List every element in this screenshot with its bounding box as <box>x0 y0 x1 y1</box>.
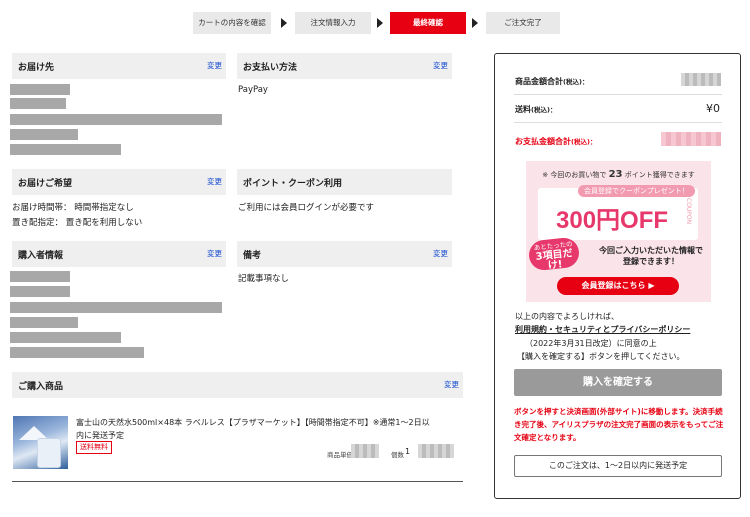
step-cart: カートの内容を確認 <box>193 12 271 34</box>
summary-divider <box>514 94 722 95</box>
total-label: お支払金額合計 <box>515 137 571 146</box>
free-shipping-badge: 送料無料 <box>76 441 112 454</box>
redacted-total-amount <box>661 132 721 146</box>
bottle-graphic <box>37 438 61 468</box>
confirm-purchase-button[interactable]: 購入を確定する <box>514 369 722 396</box>
shipping-label: 送料 <box>515 105 531 114</box>
products-divider <box>12 481 463 482</box>
redacted-text <box>10 286 70 297</box>
subtotal-row: 商品金額合計(税込)： <box>515 76 588 87</box>
buyer-info-header: 購入者情報 変更 <box>12 241 226 267</box>
points-login-note: ご利用には会員ログインが必要です <box>238 203 375 213</box>
step-final-confirm: 最終確認 <box>390 12 466 34</box>
tax-note: (税込)： <box>571 138 597 146</box>
section-title: ご購入商品 <box>18 382 64 392</box>
redacted-text <box>10 114 222 125</box>
redacted-text <box>10 98 66 109</box>
section-title: お届けご希望 <box>18 179 73 189</box>
change-delivery-wish-link[interactable]: 変更 <box>207 176 222 187</box>
step-order-info: 注文情報入力 <box>295 12 371 34</box>
confirm-intro: 以上の内容でよろしければ、 <box>515 312 619 321</box>
member-coupon-banner[interactable]: ※ 今回のお買い物で 23 ポイント獲得できます 会員登録でクーポンプレゼント！… <box>526 161 711 302</box>
products-header: ご購入商品 変更 <box>12 372 463 398</box>
step-complete: ご注文完了 <box>486 12 560 34</box>
points-coupon-header: ポイント・クーポン利用 <box>237 169 452 195</box>
change-buyer-info-link[interactable]: 変更 <box>207 248 222 259</box>
product-name-cont: 内に発送予定 <box>76 431 124 440</box>
redacted-text <box>10 317 78 328</box>
change-notes-link[interactable]: 変更 <box>433 248 448 259</box>
redacted-text <box>10 144 121 155</box>
total-row: お支払金額合計(税込)： <box>515 136 596 147</box>
shipping-row: 送料(税込)： <box>515 104 556 115</box>
product-name: 富士山の天然水500ml×48本 ラベルレス【プラザマーケット】【時間帯指定不可… <box>76 418 430 427</box>
tax-note: (税込)： <box>531 106 557 114</box>
payment-method-header: お支払い方法 変更 <box>237 53 452 79</box>
notes-header: 備考 変更 <box>237 241 452 267</box>
shipping-value: ¥0 <box>706 102 720 115</box>
quantity-value: 1 <box>405 447 411 456</box>
tax-note: (税込)： <box>563 78 589 86</box>
redacted-text <box>10 84 70 95</box>
three-items-bubble: あとたったの 3項目だけ! <box>527 236 581 272</box>
redacted-text <box>10 302 222 313</box>
coupon-side-label: COUPON <box>685 198 692 225</box>
redacted-subtotal <box>418 444 454 458</box>
unit-price-label: 商品単価 <box>327 451 353 459</box>
summary-divider <box>514 122 722 123</box>
order-summary-panel: 商品金額合計(税込)： 送料(税込)： ¥0 お支払金額合計(税込)： ※ 今回… <box>494 53 741 499</box>
terms-privacy-link[interactable]: 利用規約・セキュリティとプライバシーポリシー <box>515 324 690 335</box>
member-register-button[interactable]: 会員登録はこちら ▶ <box>557 277 679 295</box>
confirm-instruction: 【購入を確定する】ボタンを押してください。 <box>517 352 685 361</box>
delivery-address-header: お届け先 変更 <box>12 53 226 79</box>
register-info-text: 今回ご入力いただいた情報で 登録できます！ <box>599 246 703 266</box>
step-arrow-icon <box>472 18 478 28</box>
drop-off-text: 置き配指定： 置き配を利用しない <box>12 218 143 228</box>
delivery-wish-header: お届けご希望 変更 <box>12 169 226 195</box>
subtotal-label: 商品金額合計 <box>515 77 563 86</box>
section-title: ポイント・クーポン利用 <box>243 179 343 189</box>
redacted-text <box>10 129 78 140</box>
change-products-link[interactable]: 変更 <box>444 379 459 390</box>
redacted-text <box>10 347 144 358</box>
step-arrow-icon <box>377 18 383 28</box>
payment-method-value: PayPay <box>238 85 268 95</box>
coupon-amount: 300円OFF <box>556 207 669 234</box>
coupon-ticket: 会員登録でクーポンプレゼント！ 300円OFF COUPON <box>538 185 698 240</box>
delivery-time-text: お届け時間帯： 時間帯指定なし <box>12 203 134 213</box>
shipping-estimate-note: このご注文は、1〜2日以内に発送予定 <box>514 455 722 477</box>
redacted-text <box>10 271 70 282</box>
terms-date-text: （2022年3月31日改定）に同意の上 <box>525 339 657 348</box>
payment-redirect-warning: ボタンを押すと決済画面(外部サイト)に移動します。決済手続き完了後、アイリスプラ… <box>514 407 724 442</box>
quantity-label: 個数 <box>391 451 404 459</box>
section-title: 購入者情報 <box>18 251 64 261</box>
notes-value: 記載事項なし <box>238 274 290 284</box>
redacted-price <box>351 444 379 458</box>
coupon-tag: 会員登録でクーポンプレゼント！ <box>578 185 695 197</box>
redacted-text <box>10 332 121 343</box>
step-arrow-icon <box>281 18 287 28</box>
change-delivery-address-link[interactable]: 変更 <box>207 60 222 71</box>
points-earn-text: ※ 今回のお買い物で 23 ポイント獲得できます <box>542 169 695 180</box>
redacted-subtotal-amount <box>681 73 721 86</box>
change-payment-link[interactable]: 変更 <box>433 60 448 71</box>
section-title: 備考 <box>243 251 262 261</box>
section-title: お支払い方法 <box>243 63 298 73</box>
product-image <box>13 416 68 469</box>
section-title: お届け先 <box>18 63 55 73</box>
